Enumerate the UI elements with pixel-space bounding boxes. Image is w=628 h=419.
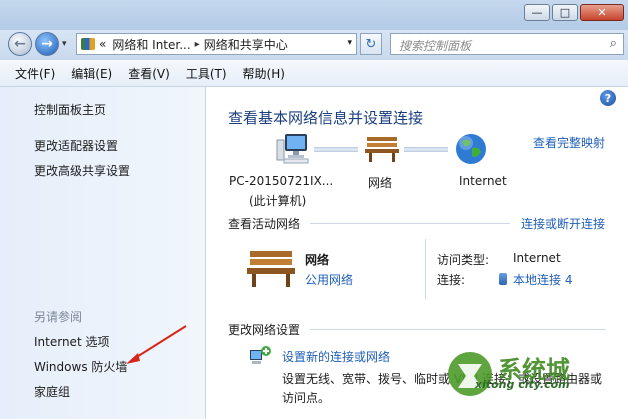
xitongcity-watermark-logo: 系统城 xyxy=(448,352,570,396)
change-advanced-sharing-link[interactable]: 更改高级共享设置 xyxy=(34,162,130,179)
breadcrumb-separator[interactable]: ▸ xyxy=(195,39,200,50)
computer-icon xyxy=(276,134,309,164)
menu-file[interactable]: 文件(F) xyxy=(0,65,63,82)
address-overflow-chevron[interactable]: « xyxy=(99,37,106,51)
breadcrumb-network-internet[interactable]: 网络和 Inter... xyxy=(112,36,190,53)
red-arrow-annotation xyxy=(126,325,187,364)
menu-bar: 文件(F) 编辑(E) 查看(V) 工具(T) 帮助(H) xyxy=(0,60,628,87)
address-dropdown-icon[interactable]: ▾ xyxy=(347,38,352,48)
public-network-bench-icon xyxy=(365,137,399,162)
internet-node-label: Internet xyxy=(459,174,507,188)
section-divider xyxy=(310,223,510,224)
connection-line-network-internet xyxy=(404,147,448,152)
address-bar[interactable]: « 网络和 Inter... ▸ 网络和共享中心 ▾ xyxy=(76,33,357,55)
section-divider-2 xyxy=(310,329,606,330)
left-task-pane: 控制面板主页 更改适配器设置 更改高级共享设置 另请参阅 Internet 选项… xyxy=(0,87,206,419)
new-connection-icon xyxy=(250,346,271,364)
title-bar: — □ ✕ xyxy=(0,0,628,30)
watermark-site-text: xitong city.com xyxy=(475,378,570,391)
network-node-label: 网络 xyxy=(368,176,393,190)
menu-edit[interactable]: 编辑(E) xyxy=(63,65,120,82)
local-connection-link[interactable]: 本地连接 4 xyxy=(513,273,572,287)
change-adapter-settings-link[interactable]: 更改适配器设置 xyxy=(34,137,118,154)
vertical-divider xyxy=(425,239,426,299)
refresh-button[interactable]: ↻ xyxy=(360,33,382,55)
close-button[interactable]: ✕ xyxy=(580,4,624,21)
connection-value[interactable]: 本地连接 4 xyxy=(499,271,572,288)
maximize-button[interactable]: □ xyxy=(552,4,578,21)
back-button[interactable]: ← xyxy=(8,32,32,56)
access-type-label: 访问类型: xyxy=(437,253,490,267)
connect-disconnect-link[interactable]: 连接或断开连接 xyxy=(521,215,605,232)
window-controls: — □ ✕ xyxy=(524,4,624,21)
menu-help[interactable]: 帮助(H) xyxy=(235,65,293,82)
this-computer-label: (此计算机) xyxy=(249,194,307,208)
network-type-link[interactable]: 公用网络 xyxy=(305,271,353,288)
page-title: 查看基本网络信息并设置连接 xyxy=(228,109,424,127)
change-network-settings-heading: 更改网络设置 xyxy=(228,323,301,337)
control-panel-icon xyxy=(81,38,95,50)
network-bench-icon xyxy=(247,251,295,287)
connection-plug-icon xyxy=(499,273,507,285)
menu-tools[interactable]: 工具(T) xyxy=(178,65,235,82)
active-network-name: 网络 xyxy=(305,253,330,267)
homegroup-link[interactable]: 家庭组 xyxy=(34,383,70,400)
connection-line-pc-network xyxy=(314,147,358,152)
pc-name-label: PC-20150721IX... xyxy=(229,174,334,188)
access-type-value: Internet xyxy=(513,251,561,265)
connection-label: 连接: xyxy=(437,273,466,287)
internet-globe-icon xyxy=(456,134,486,164)
windows-firewall-link[interactable]: Windows 防火墙 xyxy=(34,358,127,375)
search-icon[interactable]: ⌕ xyxy=(610,36,617,51)
setup-new-connection-link[interactable]: 设置新的连接或网络 xyxy=(282,348,390,365)
control-panel-home-link[interactable]: 控制面板主页 xyxy=(34,101,106,118)
view-full-map-link[interactable]: 查看完整映射 xyxy=(533,134,605,151)
internet-options-link[interactable]: Internet 选项 xyxy=(34,333,109,350)
search-placeholder: 搜索控制面板 xyxy=(399,39,472,53)
navigation-bar: ← → ▾ « 网络和 Inter... ▸ 网络和共享中心 ▾ ↻ 搜索控制面… xyxy=(0,30,628,60)
help-icon[interactable]: ? xyxy=(600,90,616,106)
forward-button[interactable]: → xyxy=(35,32,59,56)
search-input[interactable]: 搜索控制面板 ⌕ xyxy=(390,33,624,55)
active-networks-heading: 查看活动网络 xyxy=(228,217,301,231)
see-also-heading: 另请参阅 xyxy=(34,310,83,324)
breadcrumb-sharing-center[interactable]: 网络和共享中心 xyxy=(204,36,288,53)
menu-view[interactable]: 查看(V) xyxy=(120,65,178,82)
recent-pages-dropdown[interactable]: ▾ xyxy=(62,39,67,49)
minimize-button[interactable]: — xyxy=(524,4,550,21)
